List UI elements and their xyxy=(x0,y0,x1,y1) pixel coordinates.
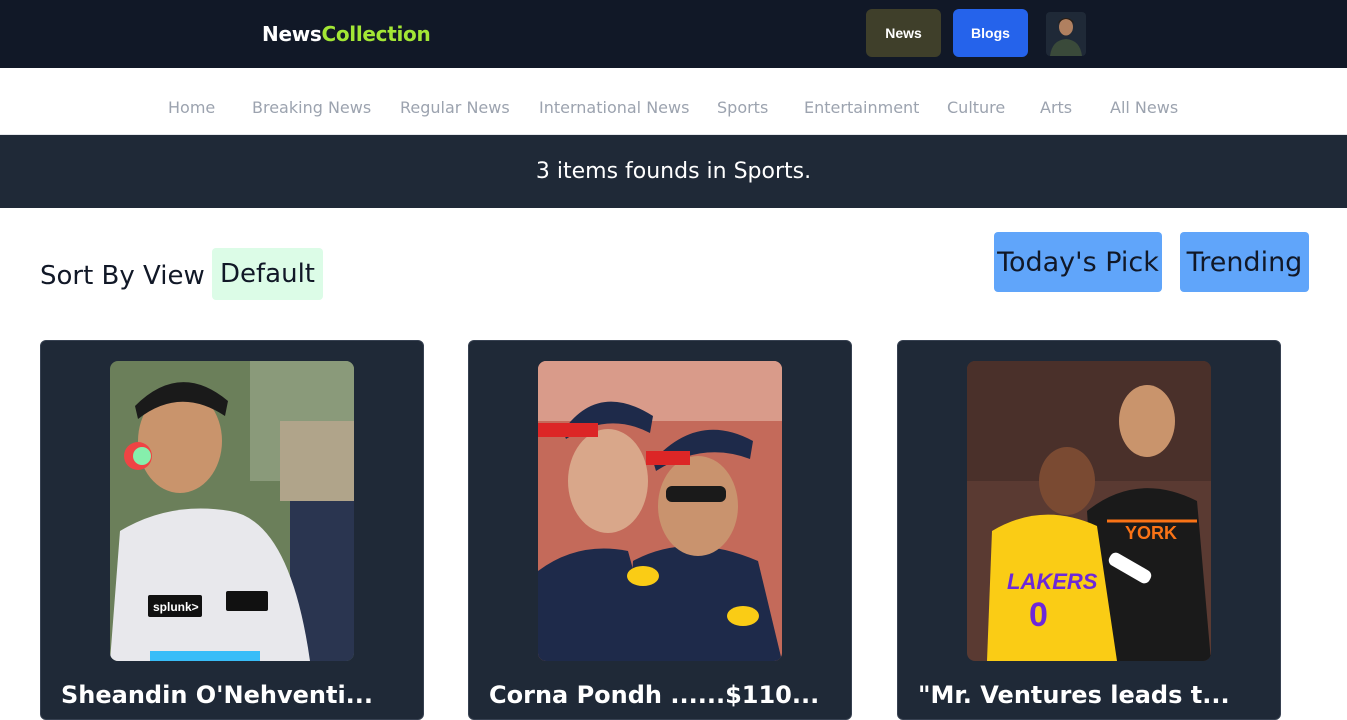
svg-text:0: 0 xyxy=(1029,596,1048,634)
news-button[interactable]: News xyxy=(866,9,941,57)
sort-select[interactable]: Default xyxy=(212,248,323,300)
nav-item-sports[interactable]: Sports xyxy=(717,98,768,117)
card-title[interactable]: Corna Pondh ......$110... xyxy=(489,681,839,709)
svg-text:YORK: YORK xyxy=(1125,523,1177,543)
card-title[interactable]: Sheandin O'Nehventi... xyxy=(61,681,411,709)
category-nav: Home Breaking News Regular News Internat… xyxy=(0,68,1347,135)
nav-item-all-news[interactable]: All News xyxy=(1110,98,1178,117)
nav-item-regular-news[interactable]: Regular News xyxy=(400,98,510,117)
results-count-text: 3 items founds in Sports. xyxy=(535,159,812,184)
blogs-button[interactable]: Blogs xyxy=(953,9,1028,57)
site-logo[interactable]: NewsCollection xyxy=(262,22,431,46)
card-image[interactable]: splunk> xyxy=(110,361,354,661)
card-title[interactable]: "Mr. Ventures leads t... xyxy=(918,681,1268,709)
trending-button[interactable]: Trending xyxy=(1180,232,1309,292)
brand-primary: News xyxy=(262,22,322,46)
brand-accent: Collection xyxy=(321,22,431,46)
nav-item-culture[interactable]: Culture xyxy=(947,98,1005,117)
nav-item-international-news[interactable]: International News xyxy=(539,98,689,117)
todays-pick-button[interactable]: Today's Pick xyxy=(994,232,1162,292)
news-card[interactable]: Corna Pondh ......$110... xyxy=(468,340,852,720)
results-banner: 3 items founds in Sports. xyxy=(0,135,1347,208)
top-header: NewsCollection News Blogs xyxy=(0,0,1347,68)
user-avatar[interactable] xyxy=(1046,12,1086,56)
nav-item-home[interactable]: Home xyxy=(168,98,215,117)
news-card[interactable]: LAKERS 0 YORK "Mr. Ventures leads t... xyxy=(897,340,1281,720)
svg-text:splunk>: splunk> xyxy=(153,600,199,614)
nav-item-arts[interactable]: Arts xyxy=(1040,98,1072,117)
card-image[interactable]: LAKERS 0 YORK xyxy=(967,361,1211,661)
card-image[interactable] xyxy=(538,361,782,661)
nav-item-breaking-news[interactable]: Breaking News xyxy=(252,98,371,117)
nav-item-entertainment[interactable]: Entertainment xyxy=(804,98,919,117)
svg-text:LAKERS: LAKERS xyxy=(1007,569,1098,594)
sort-label: Sort By View : xyxy=(40,261,222,291)
news-card[interactable]: splunk> Sheandin O'Nehventi... xyxy=(40,340,424,720)
